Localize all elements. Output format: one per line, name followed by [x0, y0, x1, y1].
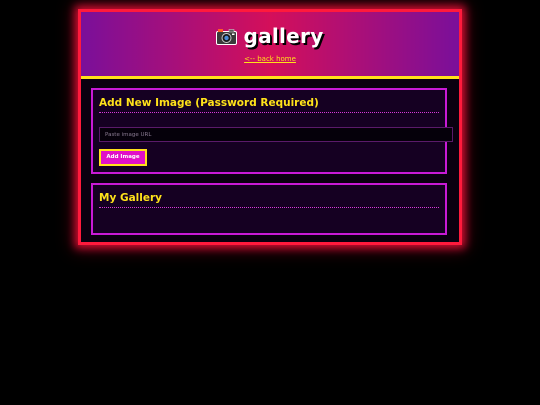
title-row: gallery: [81, 24, 459, 48]
camera-icon: [216, 28, 238, 45]
header: gallery <-- back home: [81, 12, 459, 79]
image-url-input[interactable]: [99, 127, 453, 142]
back-home-link[interactable]: <-- back home: [81, 55, 459, 63]
page-title: gallery: [243, 24, 324, 48]
page-frame: gallery <-- back home Add New Image (Pas…: [78, 9, 462, 245]
gallery-heading: My Gallery: [99, 192, 439, 208]
add-image-button[interactable]: Add Image: [99, 149, 147, 166]
gallery-panel: My Gallery: [91, 183, 447, 235]
add-image-heading: Add New Image (Password Required): [99, 97, 439, 113]
add-image-panel: Add New Image (Password Required) Add Im…: [91, 88, 453, 174]
